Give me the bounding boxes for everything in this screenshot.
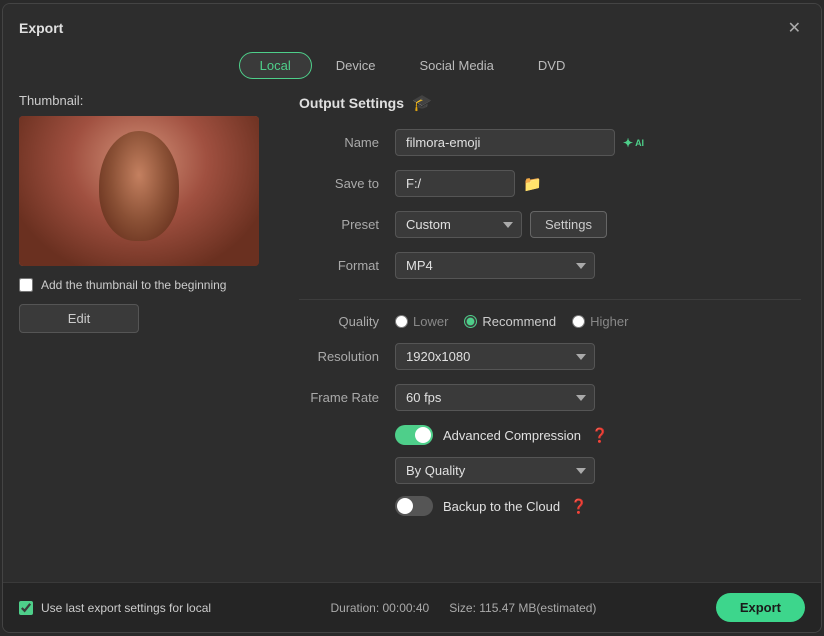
use-last-row: Use last export settings for local — [19, 601, 211, 615]
thumbnail-checkbox-row: Add the thumbnail to the beginning — [19, 278, 279, 292]
save-to-label: Save to — [299, 176, 379, 191]
folder-icon[interactable]: 📁 — [523, 175, 542, 193]
quality-higher-label: Higher — [590, 314, 628, 329]
preset-select[interactable]: Custom High Quality Medium Quality Low Q… — [395, 211, 522, 238]
frame-rate-label: Frame Rate — [299, 390, 379, 405]
quality-lower-radio[interactable] — [395, 315, 408, 328]
export-button[interactable]: Export — [716, 593, 805, 622]
thumbnail-label: Thumbnail: — [19, 93, 279, 108]
format-label: Format — [299, 258, 379, 273]
tab-device[interactable]: Device — [316, 52, 396, 79]
thumbnail-checkbox-label: Add the thumbnail to the beginning — [41, 278, 226, 292]
advanced-compression-toggle[interactable] — [395, 425, 433, 445]
quality-recommend-label: Recommend — [482, 314, 556, 329]
backup-cloud-label: Backup to the Cloud — [443, 499, 560, 514]
quality-lower-label: Lower — [413, 314, 448, 329]
resolution-select[interactable]: 1920x1080 1280x720 3840x2160 640x480 — [395, 343, 595, 370]
name-row: Name ✦AI — [299, 129, 801, 156]
quality-row: Quality Lower Recommend Higher — [299, 314, 801, 329]
save-to-path: F:/ — [395, 170, 515, 197]
quality-higher-radio[interactable] — [572, 315, 585, 328]
tab-local[interactable]: Local — [239, 52, 312, 79]
tab-dvd[interactable]: DVD — [518, 52, 585, 79]
duration-info: Duration: 00:00:40 — [330, 601, 429, 615]
frame-rate-select[interactable]: 60 fps 30 fps 24 fps 120 fps — [395, 384, 595, 411]
toggle-slider-backup — [395, 496, 433, 516]
quality-radio-group: Lower Recommend Higher — [395, 314, 628, 329]
preset-content: Custom High Quality Medium Quality Low Q… — [395, 211, 607, 238]
preset-label: Preset — [299, 217, 379, 232]
frame-rate-row: Frame Rate 60 fps 30 fps 24 fps 120 fps — [299, 384, 801, 411]
title-bar: Export ✕ — [3, 4, 821, 48]
name-input[interactable] — [395, 129, 615, 156]
tab-bar: Local Device Social Media DVD — [3, 48, 821, 89]
main-content: Thumbnail: Add the thumbnail to the begi… — [3, 89, 821, 582]
output-settings-title: Output Settings — [299, 95, 404, 111]
tab-social-media[interactable]: Social Media — [399, 52, 513, 79]
compression-help-icon[interactable]: ❓ — [591, 427, 608, 444]
bottom-info: Duration: 00:00:40 Size: 115.47 MB(estim… — [330, 601, 596, 615]
by-quality-row: By Quality By Size — [395, 457, 801, 484]
divider-1 — [299, 299, 801, 300]
thumbnail-image-inner — [19, 116, 259, 266]
settings-button[interactable]: Settings — [530, 211, 607, 238]
right-panel: Output Settings 🎓 Name ✦AI Save to F:/ 📁… — [299, 89, 805, 582]
toggle-knob-compression — [415, 427, 431, 443]
quality-higher-option[interactable]: Higher — [572, 314, 628, 329]
left-panel: Thumbnail: Add the thumbnail to the begi… — [19, 89, 279, 582]
quality-recommend-option[interactable]: Recommend — [464, 314, 556, 329]
quality-lower-option[interactable]: Lower — [395, 314, 448, 329]
toggle-knob-backup — [397, 498, 413, 514]
format-row: Format MP4 MOV AVI MKV — [299, 252, 801, 279]
use-last-checkbox[interactable] — [19, 601, 33, 615]
thumbnail-face — [99, 131, 179, 241]
save-to-row: Save to F:/ 📁 — [299, 170, 801, 197]
backup-cloud-row: Backup to the Cloud ❓ — [395, 496, 801, 516]
preset-row: Preset Custom High Quality Medium Qualit… — [299, 211, 801, 238]
resolution-row: Resolution 1920x1080 1280x720 3840x2160 … — [299, 343, 801, 370]
thumbnail-image — [19, 116, 259, 266]
output-settings-header: Output Settings 🎓 — [299, 93, 801, 113]
thumbnail-checkbox[interactable] — [19, 278, 33, 292]
ai-icon: ✦AI — [623, 136, 644, 150]
backup-cloud-toggle[interactable] — [395, 496, 433, 516]
name-label: Name — [299, 135, 379, 150]
close-button[interactable]: ✕ — [784, 16, 805, 40]
export-dialog: Export ✕ Local Device Social Media DVD T… — [2, 3, 822, 633]
quality-label: Quality — [299, 314, 379, 329]
resolution-label: Resolution — [299, 349, 379, 364]
hat-icon: 🎓 — [412, 93, 432, 113]
format-select[interactable]: MP4 MOV AVI MKV — [395, 252, 595, 279]
dialog-title: Export — [19, 20, 63, 36]
bottom-bar: Use last export settings for local Durat… — [3, 582, 821, 632]
use-last-label: Use last export settings for local — [41, 601, 211, 615]
size-info: Size: 115.47 MB(estimated) — [449, 601, 596, 615]
quality-recommend-radio[interactable] — [464, 315, 477, 328]
advanced-compression-row: Advanced Compression ❓ — [395, 425, 801, 445]
backup-help-icon[interactable]: ❓ — [570, 498, 587, 515]
save-to-content: F:/ 📁 — [395, 170, 542, 197]
advanced-compression-label: Advanced Compression — [443, 428, 581, 443]
toggle-slider-compression — [395, 425, 433, 445]
by-quality-select[interactable]: By Quality By Size — [395, 457, 595, 484]
edit-button[interactable]: Edit — [19, 304, 139, 333]
